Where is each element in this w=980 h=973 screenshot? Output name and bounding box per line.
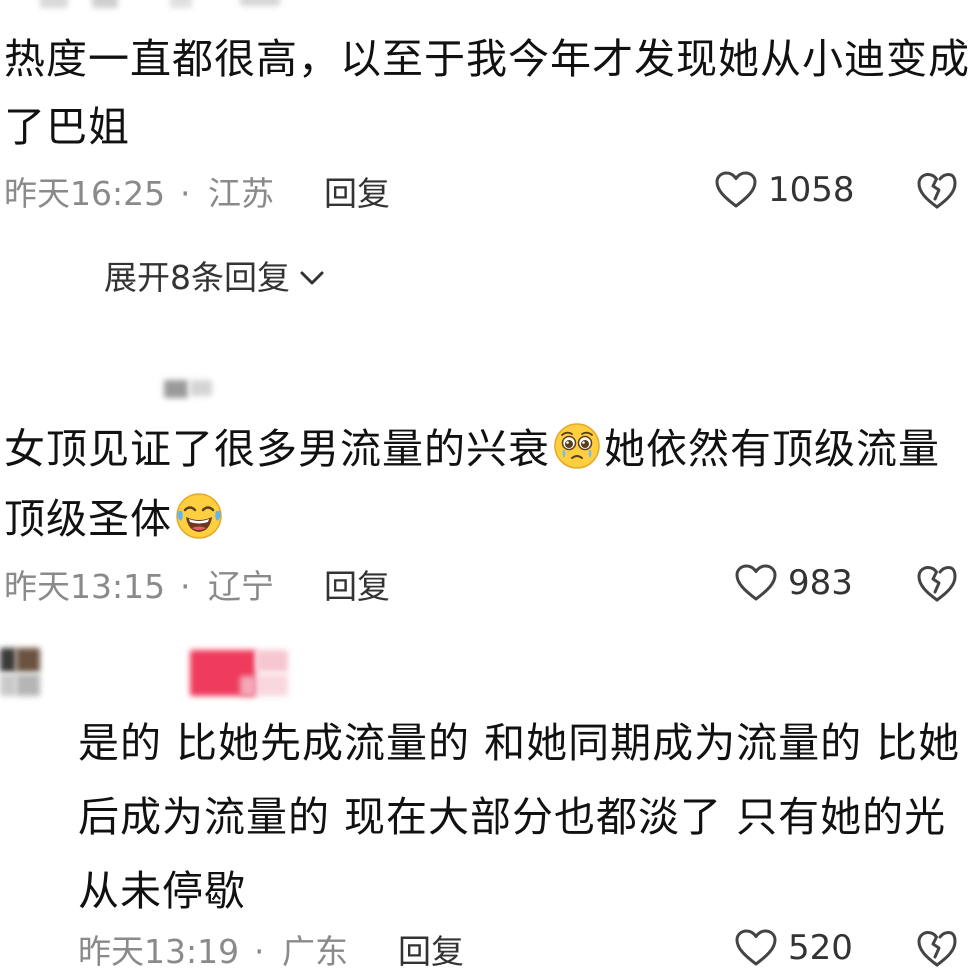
chevron-down-icon [300,271,324,285]
broken-heart-icon [917,931,957,967]
blurred-avatar [0,674,16,696]
reply-button[interactable]: 回复 [324,567,390,607]
comment-location: 江苏 [208,174,274,213]
blurred-username-fragment [170,0,192,8]
blurred-avatar [164,380,188,398]
dislike-button[interactable] [916,564,958,608]
meta-separator: · [254,932,265,971]
comment-time: 昨天16:25 [4,174,166,213]
meta-separator: · [180,567,191,606]
reply-button[interactable]: 回复 [398,932,464,972]
comment-text-line: 后成为流量的 现在大部分也都淡了 只有她的光 [78,793,947,841]
like-count: 520 [788,928,853,968]
comment-text-segment: 她依然有顶级流量 [604,425,940,473]
laughing-tears-emoji-icon [174,491,224,541]
blurred-avatar [16,648,40,672]
blurred-username-fragment [40,0,68,8]
comment-text-line: 女顶见证了很多男流量的兴衰 她依然有顶级流量 [4,418,940,480]
blurred-username-fragment [92,0,118,8]
reply-button[interactable]: 回复 [324,174,390,214]
comment-time: 昨天13:19 [78,932,240,971]
dislike-button[interactable] [916,171,958,215]
like-count: 1058 [768,170,855,210]
like-count: 983 [788,563,853,603]
like-button[interactable]: 1058 [714,170,855,210]
comment-text-line: 从未停歇 [78,867,246,915]
blurred-username [240,676,256,696]
comment-text-line: 是的 比她先成流量的 和她同期成为流量的 比她 [78,719,961,767]
comment-location: 广东 [282,932,348,971]
comment-time: 昨天13:15 [4,567,166,606]
comment-text-line: 了巴姐 [4,103,130,151]
blurred-username [190,380,212,396]
heart-outline-icon [735,564,777,601]
blurred-username [256,650,288,672]
blurred-username [256,674,288,696]
meta-separator: · [180,174,191,213]
comment-text-segment: 顶级圣体 [4,495,172,543]
blurred-avatar [0,648,16,672]
dislike-button[interactable] [916,929,958,973]
blurred-username-fragment [240,0,280,6]
expand-replies-label: 展开8条回复 [104,258,290,297]
broken-heart-icon [917,566,957,602]
comment-location: 辽宁 [208,567,274,606]
like-button[interactable]: 520 [734,928,853,968]
heart-outline-icon [735,929,777,966]
comment-text-line: 热度一直都很高，以至于我今年才发现她从小迪变成 [4,35,970,83]
pleading-face-emoji-icon [552,421,602,471]
expand-replies-button[interactable]: 展开8条回复 [104,258,326,298]
comment-text-line: 顶级圣体 [4,488,226,550]
heart-outline-icon [715,171,757,208]
comment-text-segment: 女顶见证了很多男流量的兴衰 [4,425,550,473]
broken-heart-icon [917,173,957,209]
blurred-avatar [16,674,40,696]
like-button[interactable]: 983 [734,563,853,603]
